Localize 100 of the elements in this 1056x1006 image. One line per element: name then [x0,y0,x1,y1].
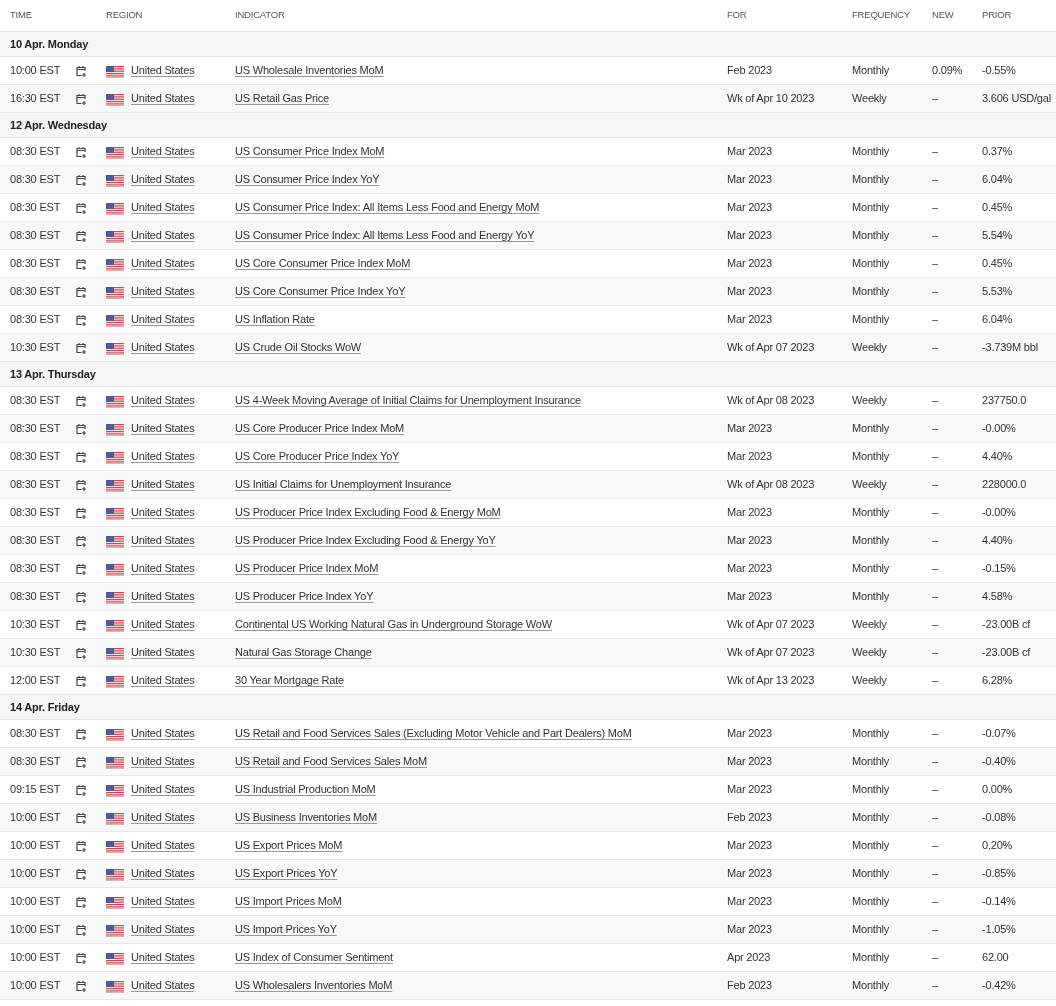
region-link[interactable]: United States [131,672,195,689]
calendar-add-icon[interactable] [76,674,87,687]
indicator-link[interactable]: US Consumer Price Index MoM [235,143,385,160]
indicator-link[interactable]: US Retail and Food Services Sales (Excluding Motor Vehicle and Part Dealers) MoM [235,725,632,742]
region-link[interactable]: United States [131,504,195,521]
region-link[interactable]: United States [131,781,195,798]
region-link[interactable]: United States [131,588,195,605]
calendar-add-icon[interactable] [76,285,87,298]
calendar-add-icon[interactable] [76,923,87,936]
region-link[interactable]: United States [131,977,195,994]
region-link[interactable]: United States [131,392,195,409]
region-link[interactable]: United States [131,644,195,661]
calendar-add-icon[interactable] [76,646,87,659]
indicator-link[interactable]: US Producer Price Index YoY [235,588,374,605]
calendar-add-icon[interactable] [76,867,87,880]
calendar-add-icon[interactable] [76,257,87,270]
region-link[interactable]: United States [131,171,195,188]
indicator-link[interactable]: US Retail Gas Price [235,90,329,107]
region-link[interactable]: United States [131,476,195,493]
calendar-add-icon[interactable] [76,506,87,519]
time-cell-text: 08:30 EST [10,589,62,605]
indicator-link[interactable]: US Business Inventories MoM [235,809,377,826]
calendar-add-icon[interactable] [76,755,87,768]
calendar-add-icon[interactable] [76,951,87,964]
calendar-add-icon[interactable] [76,783,87,796]
region-link[interactable]: United States [131,420,195,437]
new-value-cell-text: – [932,894,939,910]
indicator-link[interactable]: US Inflation Rate [235,311,315,328]
region-link[interactable]: United States [131,143,195,160]
region-link[interactable]: United States [131,560,195,577]
calendar-add-icon[interactable] [76,341,87,354]
new-value-cell-text: 0.09% [932,63,964,79]
indicator-link[interactable]: US Core Producer Price Index MoM [235,420,405,437]
indicator-link[interactable]: 30 Year Mortgage Rate [235,672,344,689]
calendar-add-icon[interactable] [76,562,87,575]
calendar-add-icon[interactable] [76,64,87,77]
region-link[interactable]: United States [131,90,195,107]
region-link[interactable]: United States [131,809,195,826]
indicator-link[interactable]: US Index of Consumer Sentiment [235,949,393,966]
indicator-link[interactable]: US Crude Oil Stocks WoW [235,339,361,356]
indicator-link[interactable]: US Producer Price Index Excluding Food & Energy YoY [235,532,496,549]
indicator-link[interactable]: US Core Producer Price Index YoY [235,448,400,465]
calendar-add-icon[interactable] [76,173,87,186]
region-link[interactable]: United States [131,837,195,854]
calendar-add-icon[interactable] [76,895,87,908]
calendar-add-icon[interactable] [76,618,87,631]
region-link[interactable]: United States [131,227,195,244]
calendar-add-icon[interactable] [76,145,87,158]
calendar-add-icon[interactable] [76,394,87,407]
indicator-link[interactable]: US Export Prices YoY [235,865,338,882]
indicator-link[interactable]: US Import Prices MoM [235,893,342,910]
region-link[interactable]: United States [131,62,195,79]
indicator-link[interactable]: US Consumer Price Index: All Items Less Food and Energy MoM [235,199,540,216]
indicator-link[interactable]: US Import Prices YoY [235,921,337,938]
indicator-link[interactable]: US Initial Claims for Unemployment Insurance [235,476,452,493]
indicator-link[interactable]: US Wholesale Inventories MoM [235,62,384,79]
region-link[interactable]: United States [131,339,195,356]
indicator-link[interactable]: Continental US Working Natural Gas in Underground Storage WoW [235,616,552,633]
indicator-link[interactable]: US Consumer Price Index YoY [235,171,380,188]
region-link[interactable]: United States [131,448,195,465]
region-link[interactable]: United States [131,532,195,549]
region-link[interactable]: United States [131,725,195,742]
region-link[interactable]: United States [131,616,195,633]
calendar-add-icon[interactable] [76,811,87,824]
flag-icon [106,869,124,881]
calendar-add-icon[interactable] [76,590,87,603]
calendar-add-icon[interactable] [76,727,87,740]
indicator-link[interactable]: Natural Gas Storage Change [235,644,372,661]
calendar-add-icon[interactable] [76,839,87,852]
prior-value-cell-text: -0.42% [982,978,1017,994]
indicator-link[interactable]: US Consumer Price Index: All Items Less Food and Energy YoY [235,227,535,244]
calendar-add-icon[interactable] [76,450,87,463]
region-link[interactable]: United States [131,865,195,882]
region-link[interactable]: United States [131,255,195,272]
indicator-link[interactable]: US Retail and Food Services Sales MoM [235,753,427,770]
region-link[interactable]: United States [131,753,195,770]
prior-value-cell-text: 237750.0 [982,393,1028,409]
region-link[interactable]: United States [131,311,195,328]
indicator-link[interactable]: US Wholesalers Inventories MoM [235,977,393,994]
indicator-link[interactable]: US Core Consumer Price Index MoM [235,255,411,272]
indicator-link[interactable]: US Core Consumer Price Index YoY [235,283,406,300]
calendar-add-icon[interactable] [76,92,87,105]
prior-value-cell-text: -0.08% [982,810,1017,826]
calendar-add-icon[interactable] [76,478,87,491]
indicator-link[interactable]: US Producer Price Index Excluding Food & Energy MoM [235,504,501,521]
region-link[interactable]: United States [131,949,195,966]
indicator-link[interactable]: US Export Prices MoM [235,837,343,854]
calendar-add-icon[interactable] [76,229,87,242]
calendar-add-icon[interactable] [76,979,87,992]
calendar-add-icon[interactable] [76,422,87,435]
region-link[interactable]: United States [131,199,195,216]
calendar-add-icon[interactable] [76,313,87,326]
calendar-add-icon[interactable] [76,534,87,547]
region-link[interactable]: United States [131,893,195,910]
indicator-link[interactable]: US Industrial Production MoM [235,781,376,798]
region-link[interactable]: United States [131,283,195,300]
indicator-link[interactable]: US 4-Week Moving Average of Initial Claims for Unemployment Insurance [235,392,581,409]
calendar-add-icon[interactable] [76,201,87,214]
indicator-link[interactable]: US Producer Price Index MoM [235,560,379,577]
region-link[interactable]: United States [131,921,195,938]
